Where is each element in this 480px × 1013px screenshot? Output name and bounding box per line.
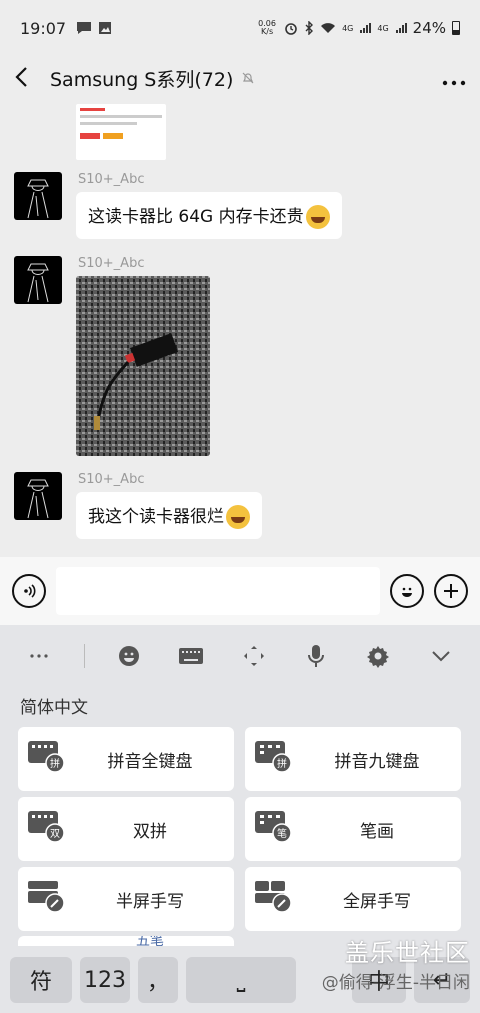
layout-badge: 拼 (277, 759, 287, 770)
layout-option-pinyin-nine[interactable]: 拼 拼音九键盘 (245, 727, 461, 791)
message-bubble[interactable]: 我这个读卡器很烂 (76, 492, 262, 539)
layout-badge: 拼 (50, 759, 60, 770)
net-type-2: 4G (377, 23, 389, 33)
voice-icon (24, 584, 36, 598)
smiley-icon (118, 646, 139, 666)
gear-icon (367, 646, 390, 668)
voice-input-button[interactable] (298, 638, 334, 674)
card-reader-photo-icon (76, 276, 210, 456)
signal-icon-2 (395, 23, 407, 33)
avatar-figure-icon (27, 479, 49, 519)
avatar-figure-icon (27, 179, 49, 219)
avatar[interactable] (14, 256, 62, 304)
microphone-icon (308, 645, 325, 667)
signal-icon-1 (360, 23, 372, 33)
sender-name: S10+_Abc (78, 256, 145, 271)
layout-label: 五笔 (136, 936, 164, 946)
back-button[interactable] (14, 62, 50, 95)
comma-key[interactable]: ， (138, 957, 178, 1003)
chevron-left-icon (15, 66, 27, 87)
chat-header: Samsung S系列(72) (0, 56, 480, 100)
status-time: 19:07 (20, 18, 67, 38)
watermark-title: 盖乐世社区 (345, 939, 470, 967)
keyboard-toolbar (0, 625, 480, 687)
more-dots-icon (442, 80, 466, 86)
keyboard-panel: 简体中文 拼 拼音全键盘 拼 拼音九键盘 双 双拼 笔 笔画 半屏手写 全屏手写… (0, 625, 480, 1013)
collapse-keyboard-button[interactable] (423, 638, 459, 674)
layout-option-wubi-partial[interactable]: 五笔 (18, 936, 234, 946)
wifi-icon (321, 23, 336, 33)
message-input[interactable] (56, 567, 380, 615)
plus-circle-icon (444, 584, 458, 598)
image-notification-icon (99, 22, 112, 34)
avatar[interactable] (14, 472, 62, 520)
cursor-move-button[interactable] (236, 638, 272, 674)
bell-off-icon (242, 72, 254, 84)
space-key[interactable]: ⎵ (186, 957, 296, 1003)
status-bar: 19:07 0.06 K/s 4G 4G 24% (0, 0, 480, 56)
layout-option-half-handwriting[interactable]: 半屏手写 (18, 867, 234, 931)
section-label: 简体中文 (20, 698, 88, 718)
move-arrows-icon (243, 646, 264, 666)
settings-button[interactable] (360, 638, 396, 674)
half-handwriting-icon (28, 881, 65, 913)
previous-shared-card[interactable] (76, 104, 166, 160)
message-text: 我这个读卡器很烂 (88, 507, 224, 527)
layout-option-shuangpin[interactable]: 双 双拼 (18, 797, 234, 861)
bluetooth-icon (305, 21, 314, 35)
layout-option-pinyin-full[interactable]: 拼 拼音全键盘 (18, 727, 234, 791)
layout-option-full-handwriting[interactable]: 全屏手写 (245, 867, 461, 931)
emoji-button[interactable] (390, 574, 424, 608)
net-type-1: 4G (342, 23, 354, 33)
toolbar-divider (83, 644, 85, 668)
ellipsis-icon (30, 654, 48, 658)
image-message[interactable] (76, 276, 210, 456)
sender-name: S10+_Abc (78, 172, 145, 187)
sender-name: S10+_Abc (78, 472, 145, 487)
keyboard-icon (179, 648, 204, 664)
layout-option-stroke[interactable]: 笔 笔画 (245, 797, 461, 861)
layout-badge: 双 (50, 829, 60, 840)
chat-notification-icon (77, 22, 92, 34)
number-key[interactable]: 123 (80, 957, 130, 1003)
watermark-user: @偷得-浮生-半日闲 (321, 973, 470, 993)
layout-badge: 笔 (277, 829, 287, 840)
chevron-down-icon (432, 651, 450, 662)
more-button[interactable] (442, 64, 466, 92)
add-button[interactable] (434, 574, 468, 608)
symbol-key[interactable]: 符 (10, 957, 72, 1003)
keyboard-button[interactable] (173, 638, 209, 674)
chat-title: Samsung S系列(72) (50, 68, 234, 91)
battery-percent: 24% (412, 19, 446, 37)
emoji-panel-button[interactable] (111, 638, 147, 674)
laugh-cry-emoji-icon (305, 205, 330, 229)
more-tools-button[interactable] (21, 638, 57, 674)
net-speed: 0.06 K/s (258, 19, 276, 36)
input-bar (0, 557, 480, 625)
battery-icon (452, 21, 460, 35)
wry-emoji-icon (226, 505, 250, 529)
message-text: 这读卡器比 64G 内存卡还贵 (88, 207, 304, 227)
full-handwriting-icon (255, 881, 292, 913)
avatar[interactable] (14, 172, 62, 220)
avatar-figure-icon (27, 263, 49, 303)
emoji-icon (402, 587, 412, 597)
voice-button[interactable] (12, 574, 46, 608)
watermark: 盖乐世社区 @偷得-浮生-半日闲 (322, 933, 470, 993)
chat-area[interactable]: S10+_Abc 这读卡器比 64G 内存卡还贵 S10+_Abc S10+_A… (0, 100, 480, 557)
alarm-icon (285, 23, 297, 35)
message-bubble[interactable]: 这读卡器比 64G 内存卡还贵 (76, 192, 342, 239)
